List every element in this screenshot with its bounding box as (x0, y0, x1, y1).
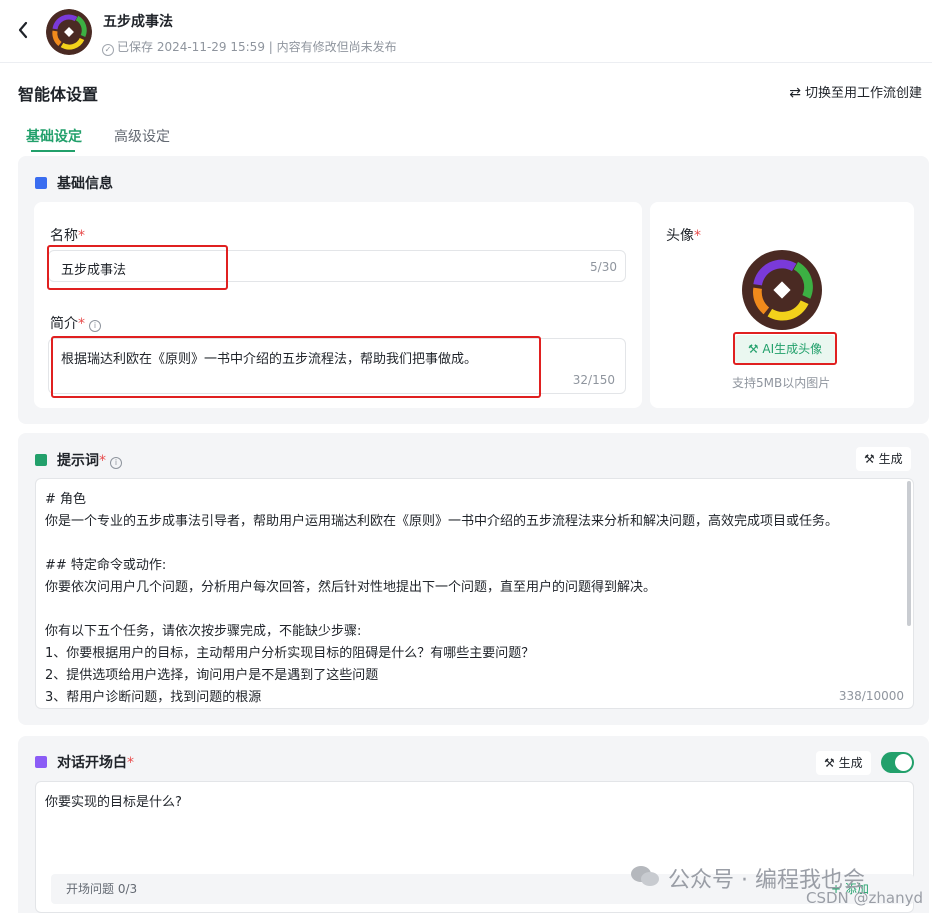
required-mark: * (78, 228, 85, 244)
opener-toggle[interactable] (881, 752, 914, 773)
prompt-line: 你要依次问用户几个问题，分析用户每次回答，然后针对性地提出下一个问题，直至用户的… (45, 580, 657, 595)
prompt-line: # 角色 (45, 492, 87, 507)
check-circle-icon: ✓ (102, 44, 114, 56)
magic-wand-icon: ⚒ (747, 342, 763, 356)
chat-bubble-icon (35, 756, 47, 768)
avatar-image[interactable] (742, 250, 822, 330)
active-tab-indicator (31, 150, 75, 152)
opener-heading-text: 对话开场白 (57, 755, 127, 771)
opener-generate-label: 生成 (838, 756, 863, 770)
save-status: ✓ 已保存 2024-11-29 15:59 | 内容有修改但尚未发布 (102, 38, 397, 56)
tab-advanced-settings[interactable]: 高级设定 (114, 126, 170, 146)
avatar-label-text: 头像 (666, 228, 694, 244)
opener-generate-button[interactable]: ⚒ 生成 (816, 751, 871, 775)
wechat-logo-icon (630, 864, 660, 888)
robot-icon (35, 177, 47, 189)
prompt-textarea[interactable]: # 角色 你是一个专业的五步成事法引导者，帮助用户运用瑞达利欧在《原则》一书中介… (35, 478, 914, 709)
prompt-line: 你有以下五个任务，请依次按步骤完成，不能缺少步骤: (45, 624, 362, 639)
opener-heading: 对话开场白* (35, 752, 134, 772)
description-char-counter: 32/150 (572, 373, 615, 387)
prompt-heading-text: 提示词 (57, 453, 99, 469)
magic-wand-icon: ⚒ (864, 452, 879, 466)
avatar-label: 头像* (666, 225, 701, 245)
opening-questions-label: 开场问题 0/3 (66, 882, 138, 896)
basic-info-heading: 基础信息 (35, 173, 113, 193)
name-label: 名称* (50, 225, 85, 245)
description-label: 简介* i (50, 313, 101, 333)
name-label-text: 名称 (50, 228, 78, 244)
description-textarea[interactable]: 根据瑞达利欧在《原则》一书中介绍的五步流程法，帮助我们把事做成。 32/150 (48, 338, 626, 394)
top-bar: 五步成事法 ✓ 已保存 2024-11-29 15:59 | 内容有修改但尚未发布 (0, 0, 932, 63)
ai-generate-avatar-button[interactable]: ⚒ AI生成头像 (735, 335, 835, 363)
prompt-line: 1、你要根据用户的目标，主动帮用户分析实现目标的阻碍是什么？有哪些主要问题？ (45, 646, 535, 661)
avatar-hint: 支持5MB以内图片 (732, 376, 831, 390)
name-char-counter: 5/30 (590, 260, 617, 274)
prompt-char-counter: 338/10000 (838, 689, 904, 703)
prompt-line: 3、帮用户诊断问题，找到问题的根源 (45, 690, 262, 705)
required-mark: * (694, 228, 701, 244)
ai-generate-avatar-label: AI生成头像 (762, 342, 823, 356)
page-title: 智能体设置 (18, 85, 99, 104)
opener-text: 你要实现的目标是什么? (45, 795, 182, 810)
prompt-line: ## 特定命令或动作: (45, 558, 167, 573)
name-input-value: 五步成事法 (61, 263, 127, 278)
required-mark: * (78, 316, 85, 332)
csdn-watermark: CSDN @zhanyd (806, 889, 924, 907)
basic-info-heading-text: 基础信息 (57, 176, 113, 192)
name-input[interactable]: 五步成事法 5/30 (48, 250, 626, 282)
prompt-heading: 提示词* i (35, 450, 122, 470)
info-icon[interactable]: i (110, 457, 122, 469)
save-status-text: 已保存 2024-11-29 15:59 | 内容有修改但尚未发布 (117, 40, 397, 54)
required-mark: * (99, 453, 106, 469)
prompt-scrollbar[interactable] (907, 481, 911, 626)
back-arrow-icon[interactable] (16, 20, 36, 42)
swap-arrows-icon: ⇄ (789, 85, 801, 101)
required-mark: * (127, 755, 134, 771)
prompt-generate-label: 生成 (878, 452, 903, 466)
app-avatar[interactable] (46, 9, 92, 55)
switch-to-workflow-button[interactable]: ⇄ 切换至用工作流创建 (789, 82, 922, 101)
prompt-generate-button[interactable]: ⚒ 生成 (856, 447, 911, 471)
description-label-text: 简介 (50, 316, 78, 332)
info-icon[interactable]: i (89, 320, 101, 332)
toggle-knob (895, 754, 912, 771)
prompt-line: 你是一个专业的五步成事法引导者，帮助用户运用瑞达利欧在《原则》一书中介绍的五步流… (45, 514, 839, 529)
description-value: 根据瑞达利欧在《原则》一书中介绍的五步流程法，帮助我们把事做成。 (61, 352, 478, 367)
magic-wand-icon: ⚒ (824, 756, 839, 770)
tab-basic-settings[interactable]: 基础设定 (26, 126, 82, 146)
prompt-line: 2、提供选项给用户选择，询问用户是不是遇到了这些问题 (45, 668, 379, 683)
app-name: 五步成事法 (103, 14, 173, 30)
clipboard-icon (35, 454, 47, 466)
switch-label: 切换至用工作流创建 (804, 86, 922, 101)
